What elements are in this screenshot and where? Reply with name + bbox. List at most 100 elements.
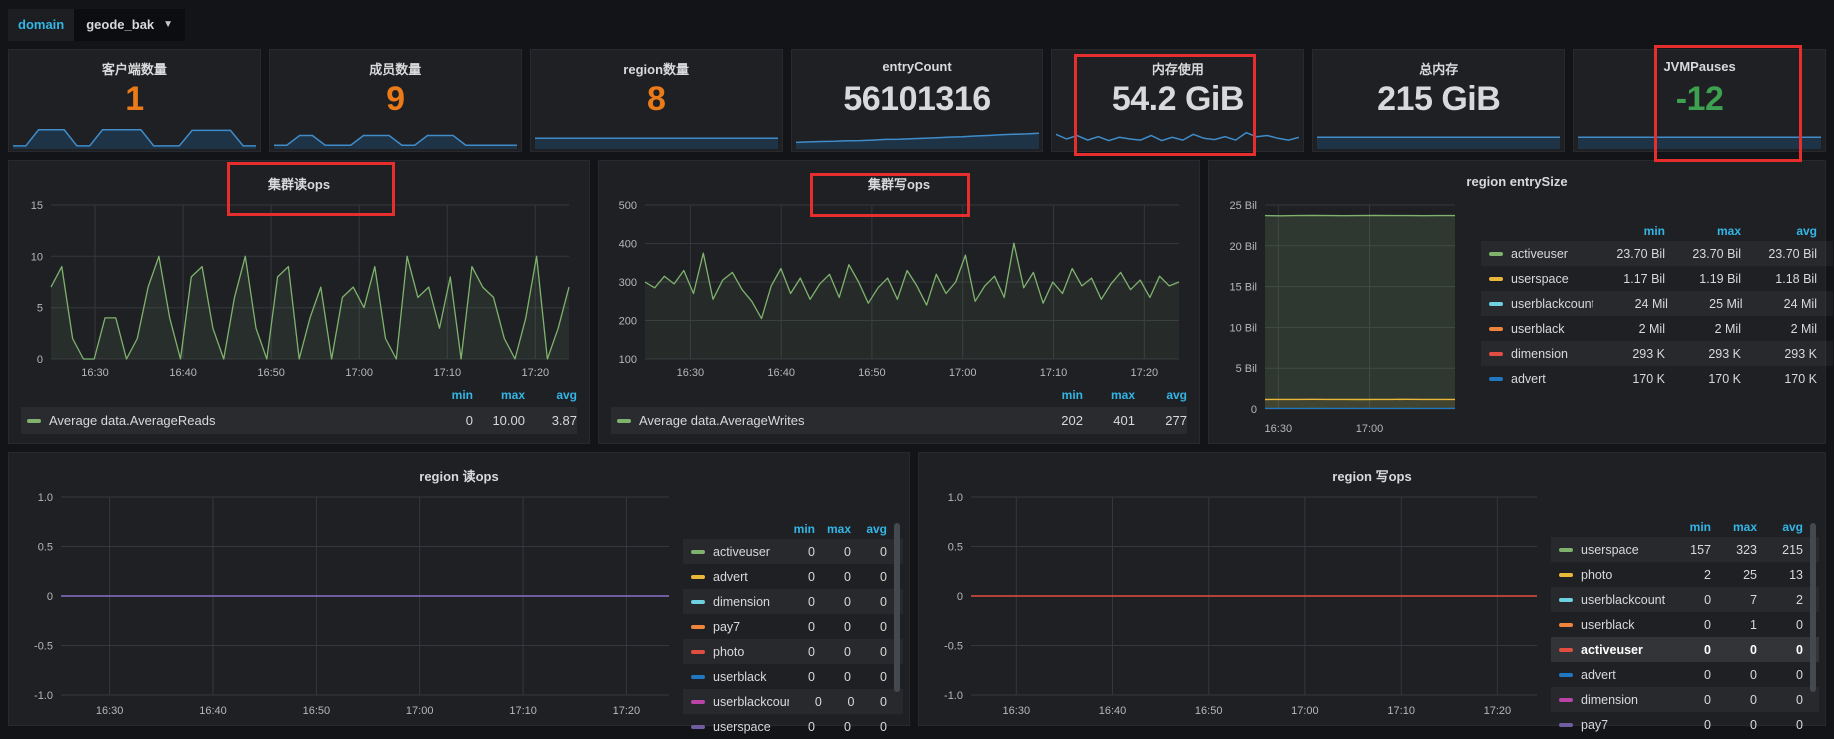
series-color-swatch[interactable] <box>691 625 705 629</box>
series-color-swatch[interactable] <box>1559 598 1573 602</box>
svg-text:-1.0: -1.0 <box>944 690 963 702</box>
legend-row-userblackcount[interactable]: userblackcount000 <box>683 689 903 714</box>
scrollbar-thumb[interactable] <box>894 523 900 692</box>
legend-row-average-writes[interactable]: Average data.AverageWrites 202 401 277 <box>611 407 1187 434</box>
panel-title[interactable]: JVMPauses <box>1574 50 1825 74</box>
series-color-swatch[interactable] <box>1489 277 1503 281</box>
panel-title[interactable]: region数量 <box>531 50 782 78</box>
series-color-swatch[interactable] <box>1489 327 1503 331</box>
legend-avg-value: 0 <box>1757 643 1803 657</box>
legend-max-header: max <box>1711 520 1757 534</box>
panel-title[interactable]: 总内存 <box>1313 50 1564 78</box>
panel-region-entry-size: region entrySize 16:3017:0025 Bil20 Bil1… <box>1208 160 1826 444</box>
series-color-swatch[interactable] <box>1559 548 1573 552</box>
legend-row-photo[interactable]: photo000 <box>683 639 903 664</box>
legend-avg-value: 23.70 Bil <box>1741 247 1817 261</box>
panel-title[interactable]: 内存使用 <box>1052 50 1303 78</box>
series-color-swatch[interactable] <box>1489 252 1503 256</box>
panel-title[interactable]: entryCount <box>792 50 1043 74</box>
legend-row-activeuser[interactable]: activeuser23.70 Bil23.70 Bil23.70 Bil <box>1481 241 1833 266</box>
legend-avg-value: 0 <box>851 595 887 609</box>
series-color-swatch[interactable] <box>1559 698 1573 702</box>
dashboard-submenu: domain geode_bak ▼ <box>0 0 1834 49</box>
series-color-swatch[interactable] <box>1559 573 1573 577</box>
legend-row-userblackcount[interactable]: userblackcount24 Mil25 Mil24 Mil <box>1481 291 1833 316</box>
stat-value: 215 GiB <box>1313 80 1564 119</box>
svg-text:0.5: 0.5 <box>948 542 963 554</box>
series-color-swatch[interactable] <box>1559 723 1573 727</box>
legend-row-advert[interactable]: advert000 <box>683 564 903 589</box>
stat-value: 54.2 GiB <box>1052 80 1303 119</box>
panel-title[interactable]: region entrySize <box>1209 161 1825 189</box>
stat-panel-region-count: region数量 8 <box>530 49 783 152</box>
series-color-swatch[interactable] <box>1559 673 1573 677</box>
legend-avg-value: 0 <box>854 695 887 709</box>
legend-row-photo[interactable]: photo22513 <box>1551 562 1819 587</box>
legend-row-dimension[interactable]: dimension000 <box>1551 687 1819 712</box>
legend-max-value: 2 Mil <box>1665 322 1741 336</box>
legend-row-userspace[interactable]: userspace000 <box>683 714 903 739</box>
region-write-ops-chart[interactable]: 16:3016:4016:5017:0017:1017:201.00.50-0.… <box>925 489 1551 721</box>
series-color-swatch[interactable] <box>1559 623 1573 627</box>
series-color-swatch[interactable] <box>1489 377 1503 381</box>
entry-size-chart[interactable]: 16:3017:0025 Bil20 Bil15 Bil10 Bil5 Bil0 <box>1221 197 1469 439</box>
legend-row-userspace[interactable]: userspace1.17 Bil1.19 Bil1.18 Bil <box>1481 266 1833 291</box>
series-color-swatch[interactable] <box>691 650 705 654</box>
svg-text:1.0: 1.0 <box>948 492 963 504</box>
svg-text:15 Bil: 15 Bil <box>1229 282 1257 294</box>
legend-row-advert[interactable]: advert000 <box>1551 662 1819 687</box>
legend-row-userblack[interactable]: userblack000 <box>683 664 903 689</box>
legend-row-userspace[interactable]: userspace157323215 <box>1551 537 1819 562</box>
series-color-swatch[interactable] <box>691 700 705 704</box>
svg-text:400: 400 <box>619 239 637 251</box>
legend-scrollbar[interactable] <box>1810 523 1816 707</box>
series-name: Average data.AverageWrites <box>639 413 1031 428</box>
legend-row-activeuser[interactable]: activeuser000 <box>1551 637 1819 662</box>
series-color-swatch[interactable] <box>691 600 705 604</box>
series-color-swatch[interactable] <box>1559 648 1573 652</box>
cluster-read-chart[interactable]: 16:3016:4016:5017:0017:1017:20151050 <box>15 197 583 383</box>
legend-header: min max avg <box>611 383 1187 407</box>
stat-value: 8 <box>531 80 782 119</box>
series-name: dimension <box>1581 693 1665 707</box>
legend-row-advert[interactable]: advert170 K170 K170 K <box>1481 366 1833 391</box>
series-color-swatch[interactable] <box>1489 302 1503 306</box>
cluster-write-chart[interactable]: 16:3016:4016:5017:0017:1017:205004003002… <box>605 197 1193 383</box>
series-color-swatch[interactable] <box>691 725 705 729</box>
scrollbar-thumb[interactable] <box>1810 523 1816 692</box>
series-name: userblack <box>1581 618 1665 632</box>
legend-min-value: 170 K <box>1589 372 1665 386</box>
legend-row-userblackcount[interactable]: userblackcount072 <box>1551 587 1819 612</box>
series-color-swatch[interactable] <box>1489 352 1503 356</box>
legend-scrollbar[interactable] <box>894 523 900 707</box>
series-name: activeuser <box>1511 247 1589 261</box>
panel-title[interactable]: region 写ops <box>919 453 1825 485</box>
series-color-swatch[interactable] <box>691 575 705 579</box>
panel-region-read-ops: region 读ops 16:3016:4016:5017:0017:1017:… <box>8 452 910 726</box>
legend-row-activeuser[interactable]: activeuser000 <box>683 539 903 564</box>
legend-row-pay7[interactable]: pay7000 <box>683 614 903 639</box>
panel-title[interactable]: region 读ops <box>9 453 909 485</box>
legend-max-value: 0 <box>815 645 851 659</box>
svg-text:16:30: 16:30 <box>677 367 705 379</box>
legend-row-pay7[interactable]: pay7000 <box>1551 712 1819 737</box>
series-color-swatch[interactable] <box>27 419 41 423</box>
panel-title[interactable]: 集群写ops <box>599 161 1199 193</box>
svg-text:17:00: 17:00 <box>406 705 434 717</box>
panel-title[interactable]: 成员数量 <box>270 50 521 78</box>
variable-dropdown[interactable]: geode_bak ▼ <box>74 9 185 41</box>
legend-min-value: 0 <box>1665 718 1711 732</box>
series-color-swatch[interactable] <box>691 675 705 679</box>
legend-min-value: 157 <box>1665 543 1711 557</box>
sparkline <box>1578 122 1821 149</box>
region-read-ops-chart[interactable]: 16:3016:4016:5017:0017:1017:201.00.50-0.… <box>15 489 683 721</box>
panel-title[interactable]: 客户端数量 <box>9 50 260 78</box>
legend-row-dimension[interactable]: dimension293 K293 K293 K <box>1481 341 1833 366</box>
series-color-swatch[interactable] <box>691 550 705 554</box>
series-color-swatch[interactable] <box>617 419 631 423</box>
legend-row-dimension[interactable]: dimension000 <box>683 589 903 614</box>
panel-title[interactable]: 集群读ops <box>9 161 589 193</box>
legend-row-userblack[interactable]: userblack2 Mil2 Mil2 Mil <box>1481 316 1833 341</box>
legend-row-average-reads[interactable]: Average data.AverageReads 0 10.00 3.87 <box>21 407 577 434</box>
legend-row-userblack[interactable]: userblack010 <box>1551 612 1819 637</box>
